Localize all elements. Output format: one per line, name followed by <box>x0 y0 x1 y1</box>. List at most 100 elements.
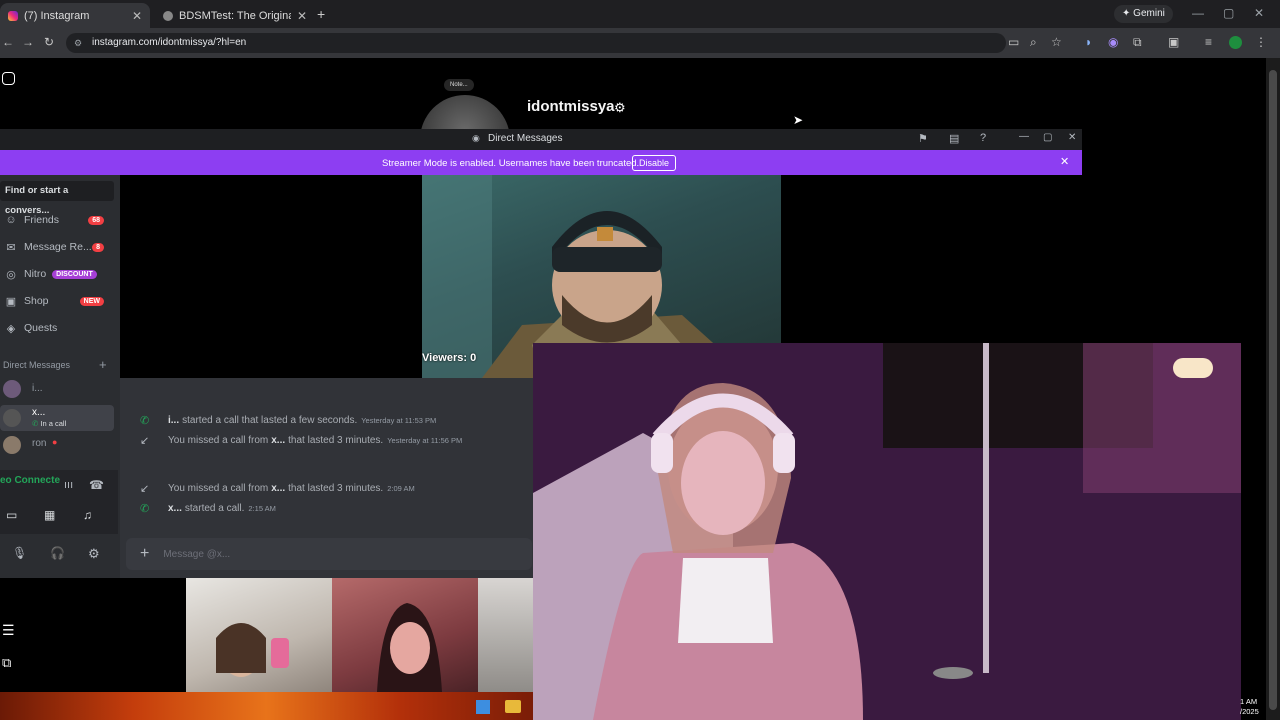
missed-call-message: ↙ You missed a call from x... that laste… <box>140 434 462 447</box>
message-user[interactable]: i... <box>168 415 179 426</box>
close-icon[interactable]: ✕ <box>1068 132 1076 143</box>
avatar <box>3 380 21 398</box>
user-settings-gear-icon[interactable]: ⚙ <box>88 546 100 562</box>
sidebar-item-label: Friends <box>24 214 60 226</box>
windows-start-icon[interactable] <box>476 700 490 714</box>
microphone-icon[interactable]: 🎙 <box>12 546 27 560</box>
call-log-message: ✆ i... started a call that lasted a few … <box>140 414 436 427</box>
extension-icon[interactable]: ◉ <box>1108 35 1118 49</box>
reload-icon[interactable]: ↻ <box>44 35 54 49</box>
sidebar-item-message-requests[interactable]: ✉ Message Re... 8 <box>0 236 118 258</box>
webcam-scene <box>533 343 1241 720</box>
bookmark-star-icon[interactable]: ☆ <box>1051 35 1062 49</box>
menu-kebab-icon[interactable]: ⋮ <box>1255 35 1267 49</box>
close-window-icon[interactable]: ✕ <box>1254 6 1264 20</box>
dm-name: x... <box>32 407 46 418</box>
message-text: started a call. <box>184 503 245 514</box>
headphones-icon[interactable]: 🎧 <box>50 546 65 560</box>
cast-icon[interactable]: ▭ <box>1008 35 1019 49</box>
webcam-video-woman <box>533 343 1241 720</box>
file-explorer-icon[interactable] <box>505 700 521 713</box>
maximize-icon[interactable]: ▢ <box>1043 132 1052 143</box>
phone-icon: ✆ <box>140 415 150 427</box>
minimize-icon[interactable]: — <box>1019 131 1029 142</box>
hamburger-menu-icon[interactable]: ☰ <box>2 622 15 639</box>
thumbnail-scene <box>216 623 289 677</box>
attach-plus-icon[interactable]: + <box>140 545 149 563</box>
sidebar-item-shop[interactable]: ▣ Shop NEW <box>0 290 118 312</box>
zoom-icon[interactable]: ⌕ <box>1030 35 1037 50</box>
find-conversation-input[interactable]: Find or start a convers... <box>0 181 114 216</box>
clock-time: 1 AM <box>1240 697 1258 706</box>
mouse-cursor-icon: ➤ <box>793 113 804 127</box>
disconnect-call-icon[interactable]: ☎ <box>89 478 104 492</box>
dm-item[interactable]: ron ● <box>0 434 114 456</box>
tab-title: BDSMTest: The Original BDSM ... <box>179 9 291 22</box>
minimize-icon[interactable]: — <box>1192 6 1204 20</box>
video-thumbnail[interactable] <box>478 578 533 692</box>
message-user[interactable]: x... <box>168 503 182 514</box>
friends-icon: ☺ <box>5 214 17 226</box>
blood-drop-icon: ● <box>52 437 58 447</box>
site-info-icon[interactable]: ⚙ <box>74 33 82 53</box>
call-log-message: ✆ x... started a call. 2:15 AM <box>140 502 276 515</box>
close-banner-icon[interactable]: ✕ <box>1060 155 1069 168</box>
inbox-icon[interactable]: ▤ <box>949 132 959 145</box>
sidebar-item-label: Quests <box>24 322 58 334</box>
instagram-favicon-icon <box>8 10 18 21</box>
forward-icon[interactable]: → <box>22 35 34 49</box>
page-scrollbar[interactable] <box>1266 58 1280 720</box>
scrollbar-thumb[interactable] <box>1269 70 1277 710</box>
video-thumbnail[interactable] <box>332 578 478 692</box>
instagram-logo-icon[interactable] <box>2 72 15 85</box>
call-icon: ✆ <box>32 419 39 428</box>
message-input[interactable]: + Message @x... <box>126 538 532 570</box>
extensions-puzzle-icon[interactable]: ⧉ <box>1133 35 1142 50</box>
address-bar[interactable]: ⚙ instagram.com/idontmissya/?hl=en <box>66 33 1006 53</box>
message-text: You missed a call from <box>168 483 269 494</box>
gemini-button[interactable]: ✦ Gemini <box>1114 5 1173 23</box>
new-tab-icon[interactable]: + <box>317 6 325 22</box>
taskbar-clock: 1 AM /2025 <box>1240 697 1259 717</box>
globe-favicon-icon <box>163 10 173 21</box>
sidebar-item-nitro[interactable]: ◎ Nitro DISCOUNT <box>0 263 118 285</box>
message-user[interactable]: x... <box>271 435 285 446</box>
audio-waveform-icon[interactable]: ııı <box>64 479 73 491</box>
flag-icon[interactable]: ⚑ <box>918 132 928 145</box>
sidebar-item-friends[interactable]: ☺ Friends 68 <box>0 209 118 231</box>
sidebar-item-label: Message Re... <box>24 241 92 253</box>
new-badge: NEW <box>79 296 104 306</box>
screen-share-icon[interactable]: ▭ <box>6 508 17 522</box>
disable-streamer-mode-button[interactable]: Disable <box>632 155 677 171</box>
dm-item-active[interactable]: x... ✆ In a call <box>0 405 114 431</box>
add-dm-icon[interactable]: + <box>99 357 107 372</box>
note-bubble[interactable]: Note... <box>444 79 474 91</box>
tab-bdsmtest[interactable]: BDSMTest: The Original BDSM ... ✕ <box>155 3 315 28</box>
banner-text: Streamer Mode is enabled. Usernames have… <box>382 158 640 169</box>
message-user[interactable]: x... <box>271 483 285 494</box>
close-tab-icon[interactable]: ✕ <box>132 9 142 23</box>
tab-instagram[interactable]: (7) Instagram ✕ <box>0 3 150 28</box>
dm-item[interactable]: i... <box>0 378 114 400</box>
message-text: that lasted 3 minutes. <box>288 483 384 494</box>
help-icon[interactable]: ? <box>980 132 986 144</box>
side-panel-icon[interactable]: ▣ <box>1168 35 1179 49</box>
url-text: instagram.com/idontmissya/?hl=en <box>92 37 247 48</box>
thumbnail-scene <box>377 603 442 692</box>
close-tab-icon[interactable]: ✕ <box>297 9 307 23</box>
message-timestamp: Yesterday at 11:53 PM <box>361 416 437 425</box>
maximize-icon[interactable]: ▢ <box>1223 6 1234 20</box>
back-icon[interactable]: ← <box>2 35 14 49</box>
soundboard-icon[interactable]: ♫ <box>83 508 92 522</box>
dm-status-text: In a call <box>40 419 67 428</box>
more-apps-icon[interactable]: ⧉ <box>2 655 11 671</box>
media-icon[interactable]: ≡ <box>1205 35 1212 49</box>
profile-avatar[interactable] <box>1229 36 1242 49</box>
settings-gear-icon[interactable]: ⚙ <box>614 100 626 116</box>
dm-name: ron <box>32 438 47 449</box>
video-thumbnail[interactable] <box>186 578 332 692</box>
sidebar-item-quests[interactable]: ◈ Quests <box>0 317 118 339</box>
extension-icon[interactable]: ◗ <box>1085 35 1092 49</box>
voice-status: eo Connecte <box>0 475 61 486</box>
activities-icon[interactable]: ▦ <box>44 508 55 522</box>
